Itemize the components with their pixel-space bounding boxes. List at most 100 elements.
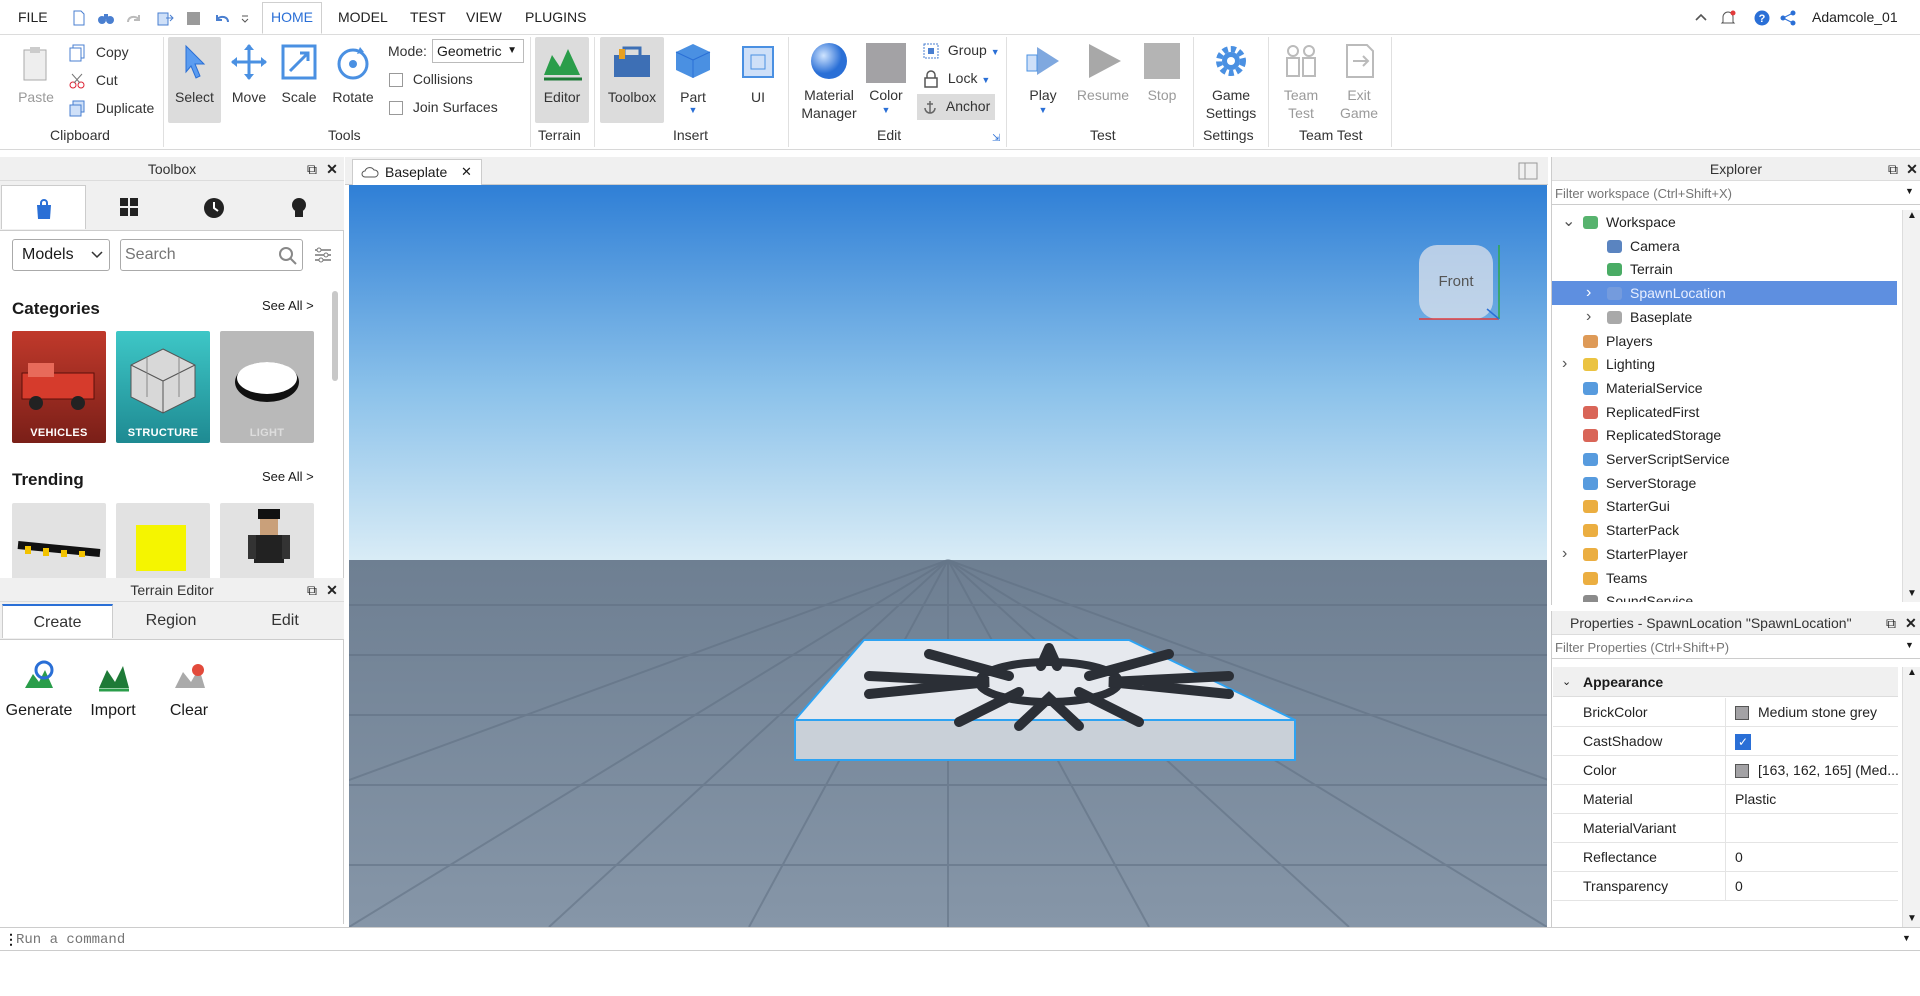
toolbox-scrollbar[interactable]: [331, 281, 339, 581]
username[interactable]: Adamcole_01: [1812, 9, 1898, 25]
copy-button[interactable]: Copy: [68, 44, 129, 62]
appearance-section-header[interactable]: ⌄ Appearance: [1553, 667, 1898, 697]
property-value[interactable]: Medium stone grey: [1735, 698, 1898, 727]
category-card-vehicles[interactable]: VEHICLES: [12, 331, 106, 443]
tree-item-startergui[interactable]: StarterGui: [1552, 494, 1897, 518]
properties-filter-input[interactable]: [1555, 637, 1895, 657]
tab-creations[interactable]: [256, 185, 341, 229]
undo-icon[interactable]: [213, 10, 231, 26]
team-test-button[interactable]: Team Test: [1275, 37, 1327, 123]
tab-plugins[interactable]: PLUGINS: [525, 9, 586, 25]
lock-button[interactable]: Lock ▼: [922, 70, 990, 89]
anchor-button[interactable]: Anchor: [917, 94, 995, 120]
tree-item-teams[interactable]: Teams: [1552, 566, 1897, 590]
search-icon[interactable]: [278, 246, 298, 266]
collapse-ribbon-icon[interactable]: [1692, 10, 1710, 26]
mode-select[interactable]: Geometric ▼: [432, 39, 524, 63]
category-card-light[interactable]: LIGHT: [220, 331, 314, 443]
join-surfaces-checkbox[interactable]: Join Surfaces: [389, 99, 498, 116]
trending-item[interactable]: [220, 503, 314, 581]
property-value[interactable]: ✓: [1735, 727, 1898, 756]
tree-item-serverscriptservice[interactable]: ServerScriptService: [1552, 447, 1897, 471]
rotate-tool-button[interactable]: Rotate: [327, 37, 379, 123]
play-button[interactable]: Play ▼: [1018, 37, 1068, 123]
chevron-right-icon[interactable]: ›: [1586, 305, 1591, 329]
explorer-filter-input[interactable]: [1555, 183, 1895, 203]
help-icon[interactable]: ?: [1753, 10, 1771, 26]
property-value[interactable]: 0: [1735, 872, 1898, 901]
scale-tool-button[interactable]: Scale: [275, 37, 323, 123]
tab-baseplate[interactable]: Baseplate ✕: [352, 159, 482, 185]
undock-icon[interactable]: ⧉: [1886, 162, 1900, 176]
undock-icon[interactable]: ⧉: [1886, 616, 1900, 630]
close-icon[interactable]: ✕: [1905, 162, 1919, 176]
tree-item-spawnlocation[interactable]: › SpawnLocation: [1552, 281, 1897, 306]
tree-item-baseplate[interactable]: › Baseplate: [1552, 305, 1897, 329]
close-icon[interactable]: ✕: [1905, 616, 1919, 630]
chevron-down-icon[interactable]: ▼: [1902, 933, 1911, 943]
tab-home[interactable]: HOME: [262, 2, 322, 34]
quick-access-dropdown-icon[interactable]: [240, 10, 250, 26]
cut-button[interactable]: Cut: [68, 72, 118, 90]
tree-item-serverstorage[interactable]: ServerStorage: [1552, 471, 1897, 495]
scroll-down-icon[interactable]: ▼: [1907, 913, 1917, 924]
see-all-trending-link[interactable]: See All >: [262, 469, 314, 484]
tree-item-starterpack[interactable]: StarterPack: [1552, 518, 1897, 542]
binoculars-icon[interactable]: [97, 10, 115, 26]
stop-button[interactable]: Stop: [1136, 37, 1188, 123]
tab-region[interactable]: Region: [115, 604, 227, 638]
exit-game-button[interactable]: Exit Game: [1333, 37, 1385, 123]
scroll-down-icon[interactable]: ▼: [1907, 588, 1917, 599]
clear-tool[interactable]: Clear: [158, 660, 220, 724]
tree-item-camera[interactable]: Camera: [1552, 234, 1897, 258]
chevron-right-icon[interactable]: ›: [1586, 281, 1591, 305]
chevron-down-icon[interactable]: ▼: [1905, 640, 1914, 650]
notification-bell-icon[interactable]: [1719, 10, 1737, 26]
chevron-down-icon[interactable]: ⌄: [1562, 210, 1575, 234]
part-button[interactable]: Part ▼: [667, 37, 719, 123]
search-input[interactable]: [125, 243, 270, 267]
3d-viewport[interactable]: Front: [349, 185, 1547, 927]
group-button[interactable]: Group ▼: [922, 42, 1000, 60]
chevron-down-icon[interactable]: ▼: [1905, 186, 1914, 196]
category-dropdown[interactable]: Models: [12, 239, 110, 271]
explorer-scrollbar[interactable]: ▲ ▼: [1902, 210, 1920, 602]
chevron-right-icon[interactable]: ›: [1562, 352, 1567, 376]
trending-item[interactable]: [116, 503, 210, 581]
ui-button[interactable]: UI: [734, 37, 782, 123]
tab-model[interactable]: MODEL: [338, 9, 388, 25]
undock-icon[interactable]: ⧉: [305, 583, 319, 597]
game-settings-button[interactable]: Game Settings: [1198, 37, 1264, 123]
tree-item-workspace[interactable]: ⌄ Workspace: [1552, 210, 1897, 234]
color-button[interactable]: Color ▼: [864, 37, 908, 123]
tree-item-soundservice[interactable]: SoundService: [1552, 589, 1897, 602]
material-manager-button[interactable]: Material Manager: [796, 37, 862, 123]
redo-icon[interactable]: [125, 10, 143, 26]
move-tool-button[interactable]: Move: [224, 37, 274, 123]
see-all-link[interactable]: See All >: [262, 298, 314, 313]
category-card-structure[interactable]: STRUCTURE: [116, 331, 210, 443]
property-value[interactable]: Plastic: [1735, 785, 1898, 814]
duplicate-button[interactable]: Duplicate: [68, 100, 154, 118]
tree-item-replicatedfirst[interactable]: ReplicatedFirst: [1552, 400, 1897, 424]
import-tool[interactable]: Import: [82, 660, 144, 724]
checkbox-checked-icon[interactable]: ✓: [1735, 734, 1751, 750]
close-icon[interactable]: ✕: [325, 583, 339, 597]
chevron-right-icon[interactable]: ›: [1562, 542, 1567, 566]
file-menu[interactable]: FILE: [18, 9, 48, 25]
stop-square-icon[interactable]: [185, 10, 203, 26]
publish-icon[interactable]: [156, 10, 174, 26]
scroll-up-icon[interactable]: ▲: [1907, 210, 1917, 221]
select-tool-button[interactable]: Select: [168, 37, 221, 123]
tree-item-materialservice[interactable]: MaterialService: [1552, 376, 1897, 400]
new-file-icon[interactable]: [70, 10, 88, 26]
tab-create[interactable]: Create: [2, 604, 113, 638]
terrain-editor-button[interactable]: Editor: [535, 37, 589, 123]
tab-marketplace[interactable]: [1, 185, 86, 229]
tree-item-starterplayer[interactable]: › StarterPlayer: [1552, 542, 1897, 566]
tree-item-players[interactable]: Players: [1552, 329, 1897, 353]
tree-item-replicatedstorage[interactable]: ReplicatedStorage: [1552, 423, 1897, 447]
undock-icon[interactable]: ⧉: [305, 162, 319, 176]
properties-scrollbar[interactable]: ▲ ▼: [1902, 667, 1920, 927]
scroll-thumb[interactable]: [332, 291, 338, 381]
